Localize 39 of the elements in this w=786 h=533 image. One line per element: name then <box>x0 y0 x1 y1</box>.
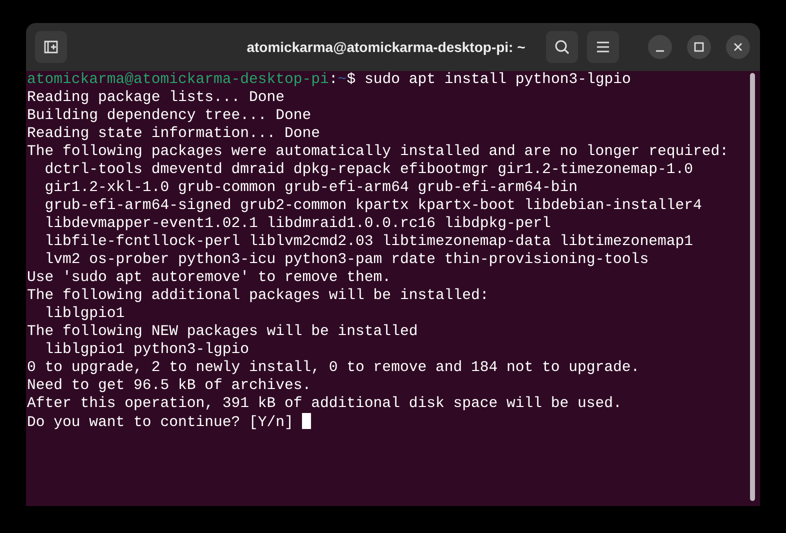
output-line: gir1.2-xkl-1.0 grub-common grub-efi-arm64 grub-efi-arm64-bin <box>44 180 578 196</box>
menu-button[interactable] <box>587 31 619 63</box>
command-text: sudo apt install python3-lgpio <box>364 72 631 88</box>
maximize-button[interactable] <box>687 35 711 59</box>
output-line: dctrl-tools dmeventd dmraid dpkg-repack efibootmgr gir1.2-timezonemap-1.0 <box>44 162 693 178</box>
output-line: 0 to upgrade, 2 to newly install, 0 to remove and 184 not to upgrade. <box>27 360 640 376</box>
output-line: Need to get 96.5 kB of archives. <box>27 378 312 394</box>
close-button[interactable] <box>726 35 750 59</box>
window-title: atomickarma@atomickarma-desktop-pi: ~ <box>246 39 526 55</box>
output-line: libdevmapper-event1.02.1 libdmraid1.0.0.rc16 libdpkg-perl <box>44 216 551 232</box>
output-line: liblgpio1 <box>44 306 125 322</box>
minimize-icon <box>656 50 664 52</box>
output-line: grub-efi-arm64-signed grub2-common kpartx kpartx-boot libdebian-installer4 <box>44 198 702 214</box>
prompt-symbol: $ <box>346 72 356 88</box>
text-cursor <box>302 413 312 429</box>
output-line: Building dependency tree... Done <box>27 108 312 124</box>
prompt-question: Do you want to continue? [Y/n] <box>27 415 294 431</box>
search-icon <box>554 39 570 55</box>
new-tab-icon <box>43 39 59 55</box>
output-line: Reading state information... Done <box>27 126 320 142</box>
output-line: Use 'sudo apt autoremove' to remove them. <box>27 270 392 286</box>
minimize-button[interactable] <box>648 35 672 59</box>
output-line: Reading package lists... Done <box>27 90 285 106</box>
output-line: lvm2 os-prober python3-icu python3-pam rdate thin-provisioning-tools <box>44 252 649 268</box>
close-icon <box>733 42 743 52</box>
output-line: After this operation, 391 kB of additional disk space will be used. <box>27 396 622 412</box>
new-tab-button[interactable] <box>35 31 67 63</box>
output-line: The following NEW packages will be installed <box>27 324 418 340</box>
output-line: liblgpio1 python3-lgpio <box>44 342 249 358</box>
output-line: The following additional packages will be installed: <box>27 288 489 304</box>
search-button[interactable] <box>546 31 578 63</box>
scrollbar-thumb[interactable] <box>750 73 755 501</box>
prompt-separator: : <box>328 72 338 88</box>
prompt-user-host: atomickarma@atomickarma-desktop-pi <box>27 72 329 88</box>
prompt-path: ~ <box>338 72 347 88</box>
maximize-icon <box>694 42 704 52</box>
output-line: The following packages were automatically installed and are no longer required: <box>27 144 728 160</box>
menu-icon <box>596 41 610 53</box>
output-line: libfile-fcntllock-perl liblvm2cmd2.03 libtimezonemap-data libtimezonemap1 <box>44 234 693 250</box>
